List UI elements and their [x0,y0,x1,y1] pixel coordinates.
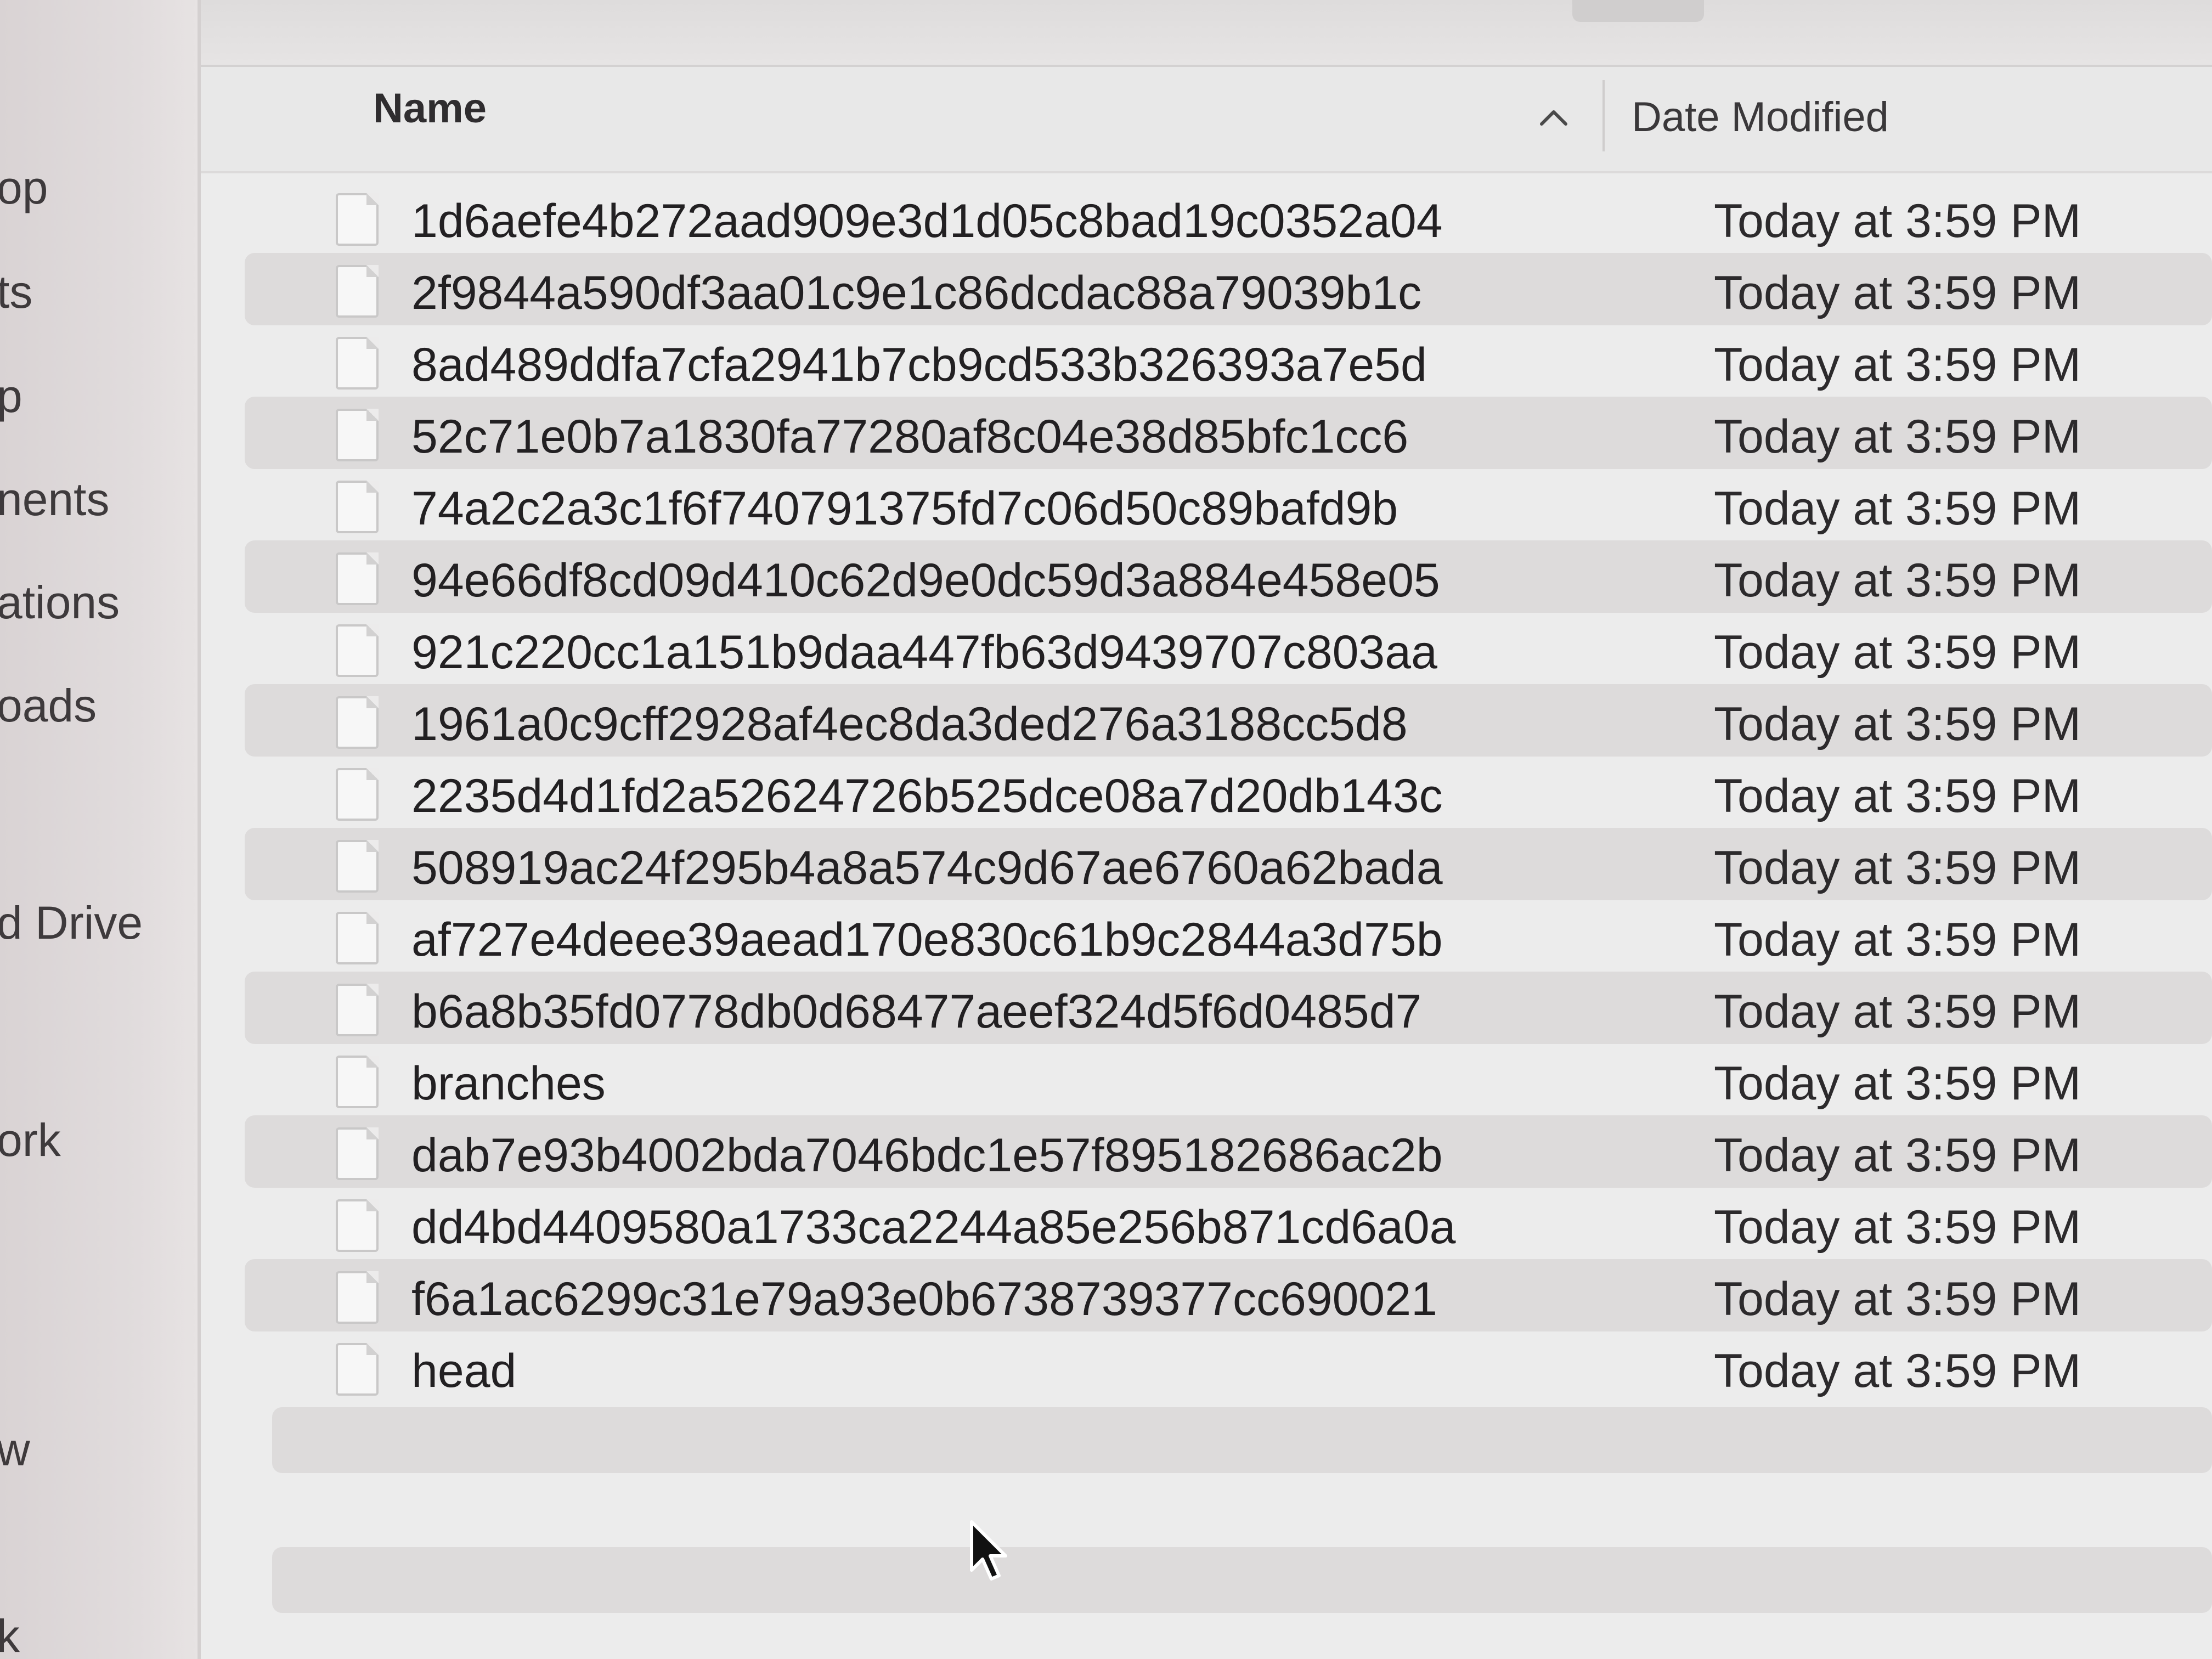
file-name: dd4bd4409580a1733ca2244a85e256b871cd6a0a [411,1201,1456,1254]
column-header-date-modified[interactable]: Date Modified [1632,97,1889,138]
file-date-modified: Today at 3:59 PM [1714,842,2081,894]
document-icon [336,912,379,964]
file-date-modified: Today at 3:59 PM [1714,482,2081,535]
file-name: head [411,1345,517,1397]
file-name: 94e66df8cd09d410c62d9e0dc59d3a884e458e05 [411,554,1440,607]
toolbar [201,0,2212,67]
document-icon [336,696,379,749]
sidebar-item-recents[interactable]: ts [0,269,32,315]
file-row[interactable]: 94e66df8cd09d410c62d9e0dc59d3a884e458e05… [245,540,2212,613]
file-date-modified: Today at 3:59 PM [1714,626,2081,679]
document-icon [336,1056,379,1108]
sidebar-item-downloads[interactable]: oads [0,682,97,729]
file-name: 8ad489ddfa7cfa2941b7cb9cd533b326393a7e5d [411,338,1427,391]
document-icon [336,1199,379,1252]
file-name: dab7e93b4002bda7046bdc1e57f895182686ac2b [411,1129,1443,1182]
sidebar: op ts p nents ations oads d Drive ork w … [0,0,201,1659]
file-row[interactable]: dab7e93b4002bda7046bdc1e57f895182686ac2b… [245,1115,2212,1188]
document-icon [336,840,379,893]
file-date-modified: Today at 3:59 PM [1714,1129,2081,1182]
sidebar-item-applications[interactable]: ations [0,579,120,625]
file-name: 1d6aefe4b272aad909e3d1d05c8bad19c0352a04 [411,195,1443,247]
mouse-pointer-icon [970,1520,1007,1581]
sidebar-item-documents[interactable]: nents [0,476,110,522]
file-row[interactable]: 508919ac24f295b4a8a574c9d67ae6760a62bada… [245,828,2212,900]
file-row[interactable]: dd4bd4409580a1733ca2244a85e256b871cd6a0a… [245,1187,2212,1260]
file-date-modified: Today at 3:59 PM [1714,1345,2081,1397]
column-header-bar: Name Date Modified [201,67,2212,173]
document-icon [336,337,379,390]
file-row[interactable]: 8ad489ddfa7cfa2941b7cb9cd533b326393a7e5d… [245,325,2212,397]
column-divider[interactable] [1602,80,1605,151]
chevron-up-icon[interactable] [1537,106,1570,128]
document-icon [336,624,379,677]
sidebar-item-w[interactable]: w [0,1426,30,1472]
file-row[interactable]: branches Today at 3:59 PM [245,1043,2212,1116]
file-row[interactable]: 2f9844a590df3aa01c9e1c86dcdac88a79039b1c… [245,253,2212,325]
document-icon [336,1343,379,1396]
document-icon [336,409,379,461]
file-date-modified: Today at 3:59 PM [1714,338,2081,391]
file-row[interactable]: b6a8b35fd0778db0d68477aeef324d5f6d0485d7… [245,972,2212,1044]
file-date-modified: Today at 3:59 PM [1714,913,2081,966]
document-icon [336,481,379,533]
sidebar-item-app[interactable]: p [0,373,22,419]
file-name: 2f9844a590df3aa01c9e1c86dcdac88a79039b1c [411,267,1422,319]
file-date-modified: Today at 3:59 PM [1714,410,2081,463]
file-date-modified: Today at 3:59 PM [1714,554,2081,607]
sidebar-item-k[interactable]: k [0,1613,20,1659]
document-icon [336,1271,379,1324]
document-icon [336,552,379,605]
file-name: af727e4deee39aead170e830c61b9c2844a3d75b [411,913,1443,966]
file-name: 2235d4d1fd2a52624726b525dce08a7d20db143c [411,770,1443,822]
file-row[interactable]: 74a2c2a3c1f6f740791375fd7c06d50c89bafd9b… [245,469,2212,541]
file-date-modified: Today at 3:59 PM [1714,195,2081,247]
file-name: 508919ac24f295b4a8a574c9d67ae6760a62bada [411,842,1443,894]
file-row[interactable]: head Today at 3:59 PM [245,1331,2212,1403]
file-date-modified: Today at 3:59 PM [1714,267,2081,319]
sidebar-item-desktop[interactable]: op [0,165,48,211]
document-icon [336,1127,379,1180]
file-date-modified: Today at 3:59 PM [1714,1201,2081,1254]
file-date-modified: Today at 3:59 PM [1714,770,2081,822]
toolbar-button[interactable] [1572,0,1704,22]
file-name: 1961a0c9cff2928af4ec8da3ded276a3188cc5d8 [411,698,1408,751]
document-icon [336,984,379,1036]
document-icon [336,265,379,318]
file-name: 52c71e0b7a1830fa77280af8c04e38d85bfc1cc6 [411,410,1409,463]
file-name: 74a2c2a3c1f6f740791375fd7c06d50c89bafd9b [411,482,1398,535]
sidebar-item-icloud-drive[interactable]: d Drive [0,900,143,946]
empty-row [272,1407,2212,1473]
column-header-name[interactable]: Name [373,88,487,129]
file-row[interactable]: 1d6aefe4b272aad909e3d1d05c8bad19c0352a04… [245,181,2212,253]
file-date-modified: Today at 3:59 PM [1714,1273,2081,1325]
file-date-modified: Today at 3:59 PM [1714,985,2081,1038]
file-list-pane: Name Date Modified 1d6aefe4b272aad909e3d… [201,0,2212,1659]
file-name: b6a8b35fd0778db0d68477aeef324d5f6d0485d7 [411,985,1422,1038]
file-row[interactable]: 52c71e0b7a1830fa77280af8c04e38d85bfc1cc6… [245,397,2212,469]
document-icon [336,768,379,821]
document-icon [336,193,379,246]
file-name: branches [411,1057,606,1110]
empty-row [272,1547,2212,1613]
file-name: 921c220cc1a151b9daa447fb63d9439707c803aa [411,626,1437,679]
file-row[interactable]: af727e4deee39aead170e830c61b9c2844a3d75b… [245,900,2212,972]
file-row[interactable]: 1961a0c9cff2928af4ec8da3ded276a3188cc5d8… [245,684,2212,757]
file-row[interactable]: f6a1ac6299c31e79a93e0b6738739377cc690021… [245,1259,2212,1331]
sidebar-item-network[interactable]: ork [0,1117,61,1163]
file-row[interactable]: 921c220cc1a151b9daa447fb63d9439707c803aa… [245,612,2212,685]
file-row[interactable]: 2235d4d1fd2a52624726b525dce08a7d20db143c… [245,756,2212,828]
file-date-modified: Today at 3:59 PM [1714,698,2081,751]
file-date-modified: Today at 3:59 PM [1714,1057,2081,1110]
finder-window: op ts p nents ations oads d Drive ork w … [0,0,2212,1659]
file-name: f6a1ac6299c31e79a93e0b6738739377cc690021 [411,1273,1437,1325]
